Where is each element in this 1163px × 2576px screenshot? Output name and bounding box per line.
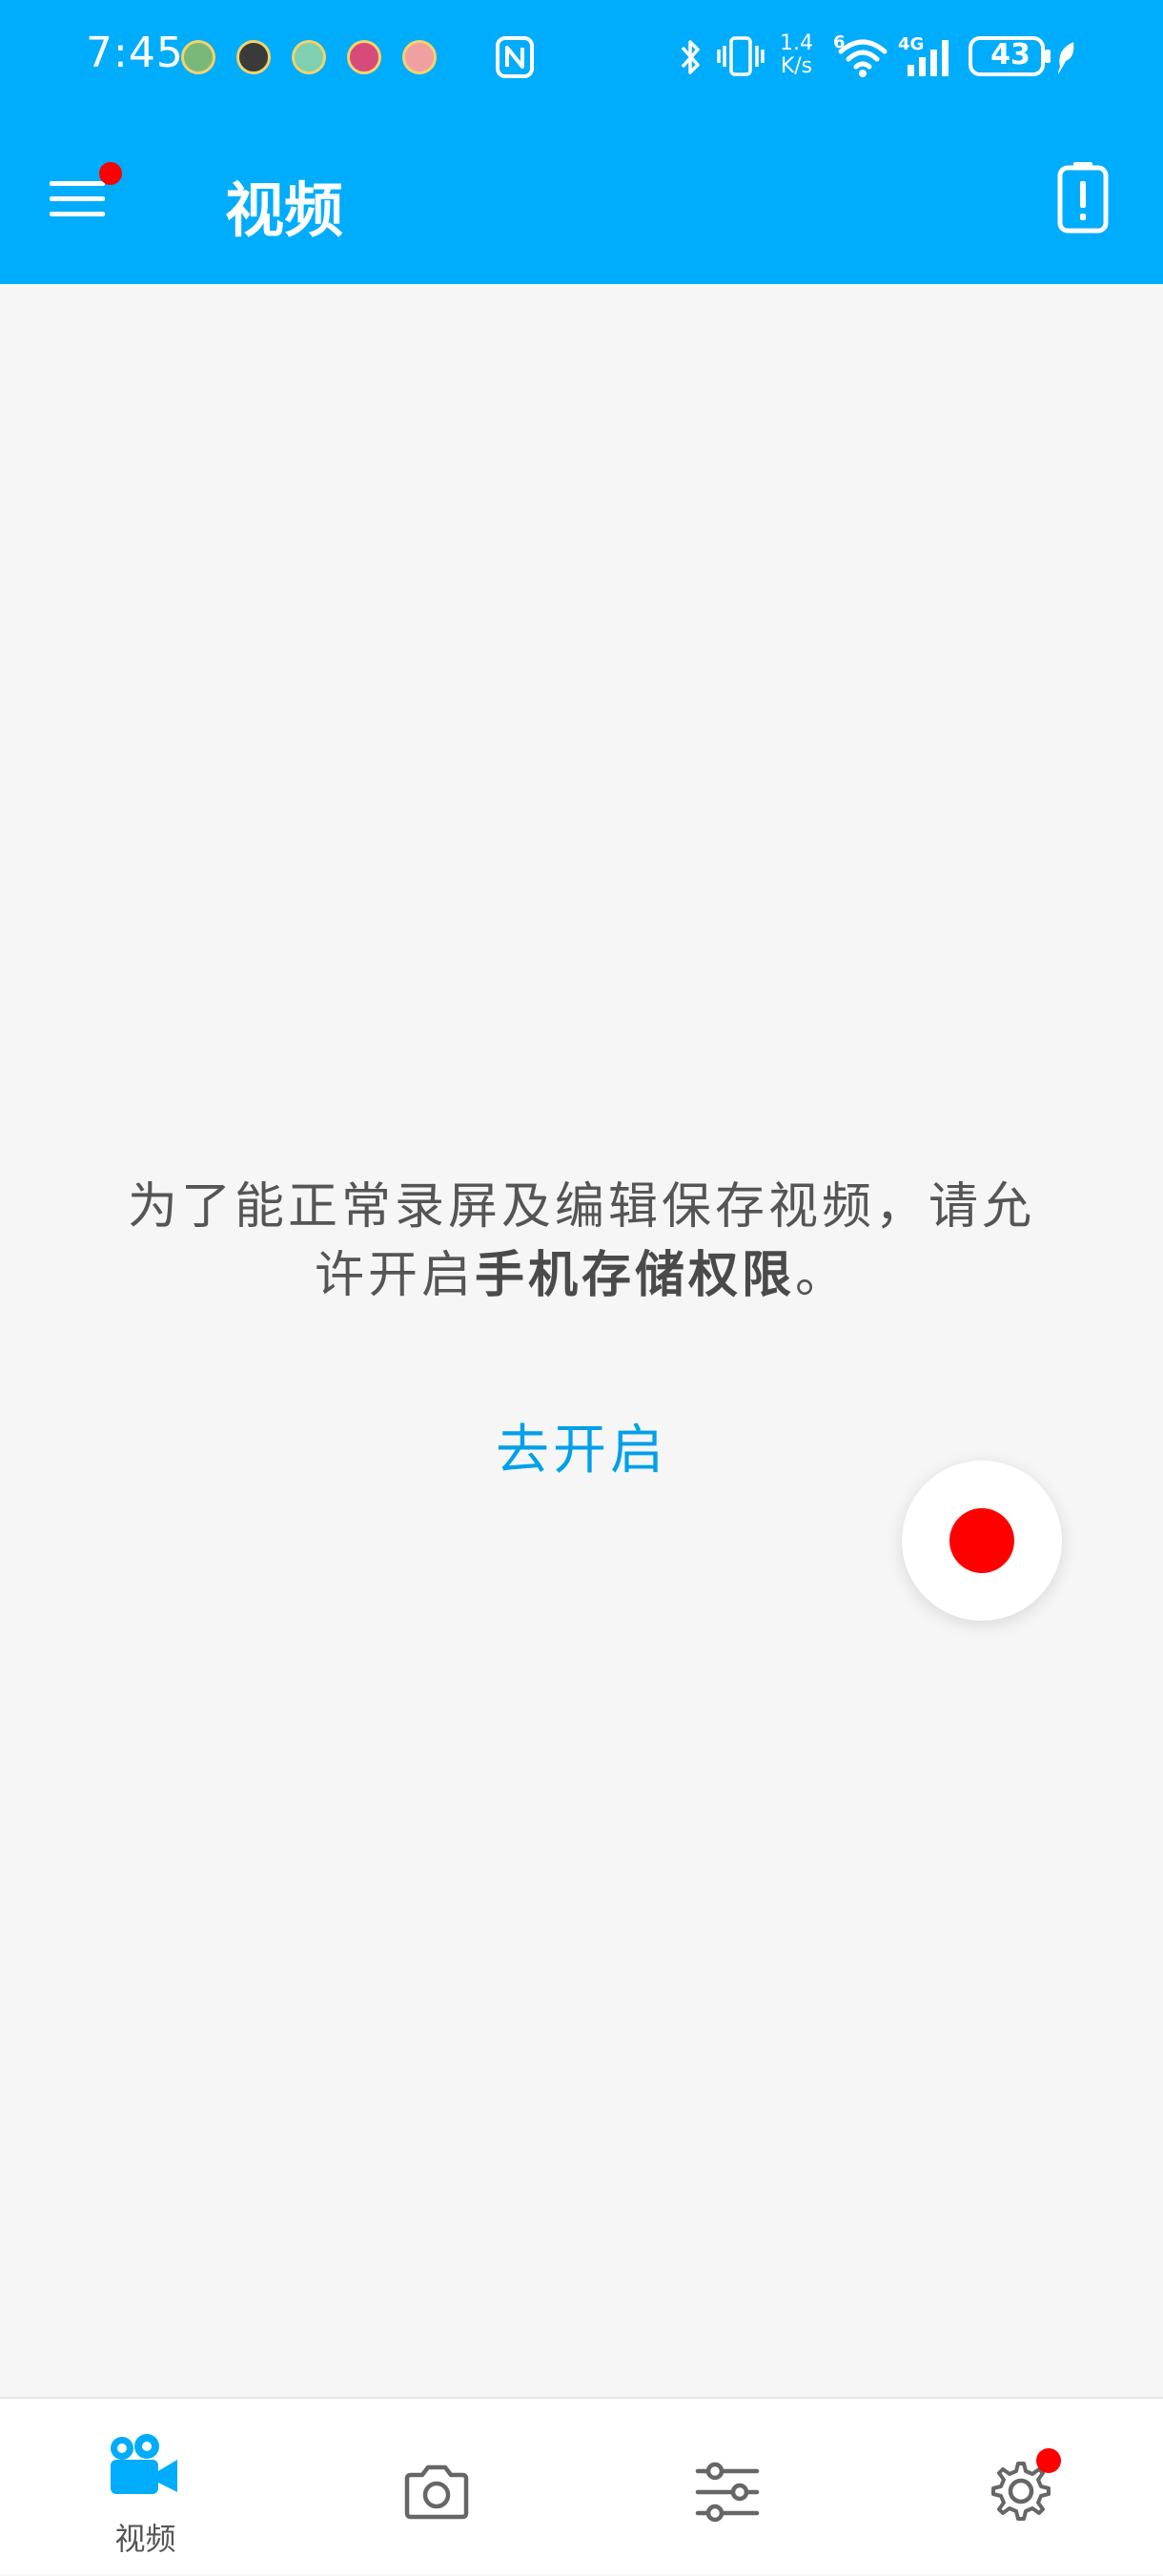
nav-item-video[interactable]: 视频 — [0, 2399, 291, 2576]
app-bar: 视频 — [0, 133, 1163, 267]
vibrate-icon — [717, 36, 765, 76]
nav-item-settings[interactable] — [872, 2399, 1163, 2576]
nav-item-label: 视频 — [114, 2521, 176, 2557]
network-speed-value: 1.4 — [780, 31, 813, 55]
nav-item-screenshot[interactable] — [291, 2399, 582, 2576]
menu-notification-dot — [99, 162, 122, 185]
hamburger-menu-icon — [50, 181, 105, 216]
status-bar: 7:45 1.4 K/s 6 4G 43 — [0, 0, 1163, 114]
settings-notification-dot — [1036, 2448, 1061, 2473]
main-content: 为了能正常录屏及编辑保存视频，请允许开启手机存储权限。 去开启 — [0, 284, 1163, 2397]
permission-emphasis: 手机存储权限 — [474, 1247, 795, 1304]
battery-level: 43 — [990, 38, 1030, 72]
signal-icon — [908, 40, 949, 76]
video-camera-icon — [111, 2434, 177, 2494]
camera-icon — [404, 2464, 469, 2520]
network-speed: 1.4 K/s — [780, 32, 813, 78]
bottom-nav: 视频 — [0, 2397, 1163, 2574]
permission-message-end: 。 — [795, 1247, 849, 1304]
record-button[interactable] — [902, 1461, 1062, 1621]
top-app-area: 7:45 1.4 K/s 6 4G 43 视频 — [0, 0, 1163, 284]
record-icon — [949, 1508, 1014, 1573]
bluetooth-icon — [681, 40, 700, 74]
page-title: 视频 — [225, 175, 344, 245]
leaf-icon — [1058, 42, 1074, 74]
battery-warning-button[interactable] — [1054, 160, 1121, 236]
nav-item-tools[interactable] — [582, 2399, 872, 2576]
wifi-icon — [838, 39, 888, 77]
permission-message: 为了能正常录屏及编辑保存视频，请允许开启手机存储权限。 — [114, 1173, 1049, 1310]
status-right-cluster: 1.4 K/s 6 4G 43 — [0, 0, 1163, 114]
sliders-icon — [695, 2462, 760, 2523]
battery-alert-icon — [1057, 162, 1109, 234]
network-speed-unit: K/s — [780, 54, 813, 78]
enable-permission-link[interactable]: 去开启 — [458, 1407, 705, 1484]
